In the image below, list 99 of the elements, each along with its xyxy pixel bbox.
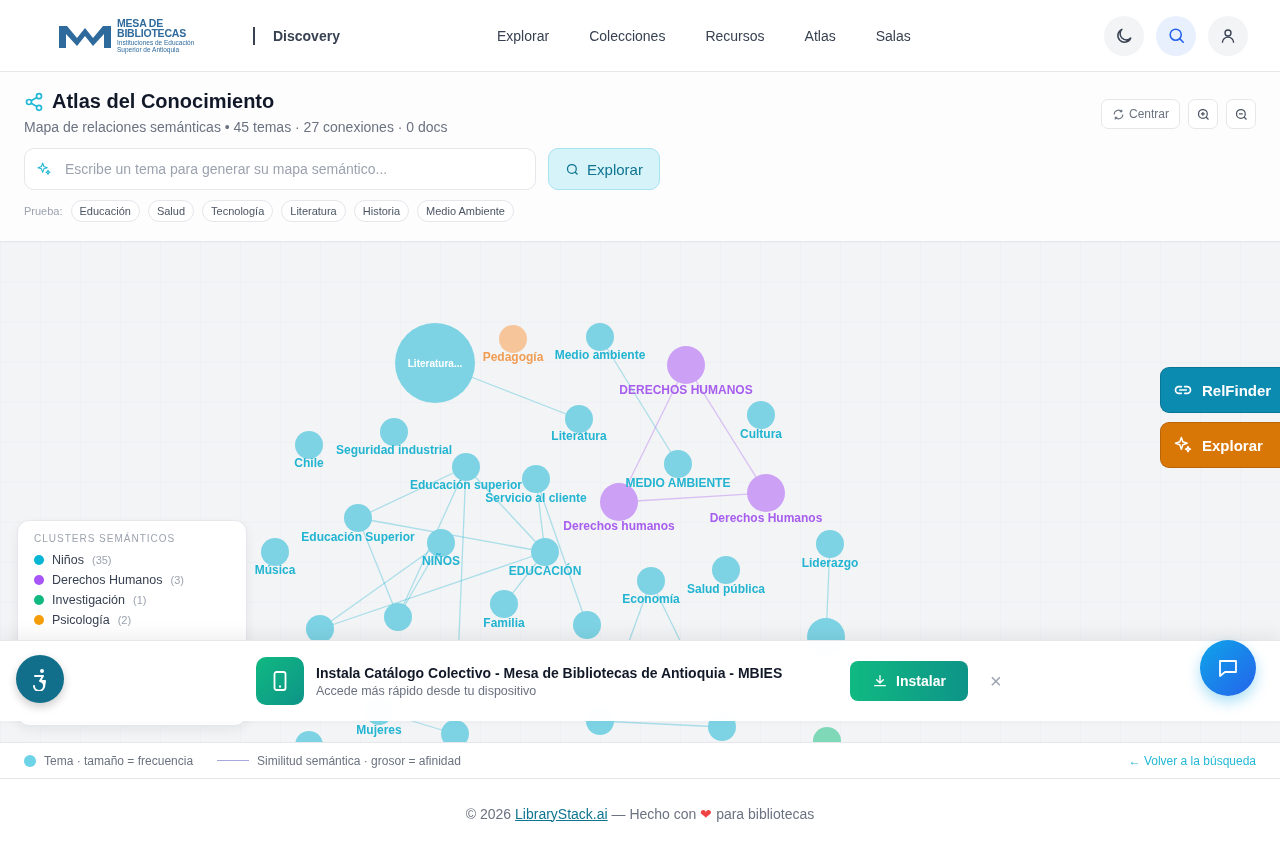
footer-link[interactable]: LibraryStack.ai [515,805,608,822]
node-label: Derechos humanos [563,519,675,533]
node-label: Derechos Humanos [709,511,823,525]
node-label: Pedagogía [482,350,544,364]
topic-node[interactable] [747,401,775,429]
nav-link[interactable]: Atlas [804,27,836,44]
cluster-count: (1) [132,594,147,606]
topic-node[interactable] [499,325,527,353]
search-icon [1166,26,1186,45]
topic-node[interactable] [747,474,785,512]
node-label: Servicio al cliente [485,491,587,505]
suggestion-chip[interactable]: Medio Ambiente [417,200,514,222]
logo-title: BIBLIOTECAS [117,28,187,39]
suggestion-chip[interactable]: Literatura [281,200,346,222]
node-label: Literatura... [407,358,463,369]
topic-node[interactable] [637,567,665,595]
topic-node[interactable] [380,418,408,446]
node-key-dot [24,754,36,767]
topic-node[interactable] [664,450,692,478]
center-button[interactable]: Centrar [1101,99,1180,129]
banner-subtitle: Accede más rápido desde tu dispositivo [316,683,538,698]
node-label: Chile [294,456,324,470]
topic-search-field[interactable]: Escribe un tema para generar su mapa semántico... [24,148,536,190]
node-label: Educación superior [410,478,522,492]
topic-node[interactable] [813,727,841,742]
page-title: Atlas del Conocimiento [52,90,275,113]
topic-node[interactable] [261,538,289,566]
node-label: Familia [483,616,525,630]
user-icon [1219,26,1237,45]
nav-link[interactable]: Recursos [705,27,765,44]
legend-title: CLUSTERS SEMÁNTICOS [34,533,177,544]
refresh-icon [1112,107,1125,121]
cluster-name: Investigación [52,593,125,607]
topic-node[interactable] [573,611,601,639]
dark-mode-button[interactable] [1104,15,1144,56]
topic-node[interactable] [306,615,334,643]
user-button[interactable] [1208,15,1248,56]
suggestion-chip[interactable]: Educación [70,200,140,222]
node-key-text: Tema · tamaño = frecuencia [44,753,194,768]
edge-key-line [217,760,250,761]
footer-text: © 2026 LibraryStack.ai — Hecho con ❤ para bibliotecas [465,805,815,822]
download-icon [872,673,889,689]
topic-node[interactable] [490,590,518,618]
node-label: Liderazgo [801,556,859,570]
topic-node[interactable] [712,556,740,584]
node-label: DERECHOS HUMANOS [619,383,753,397]
share-icon [24,91,44,112]
node-label: Economía [622,592,680,606]
node-label: Literatura [551,429,607,443]
suggestion-chip[interactable]: Historia [353,200,410,222]
cluster-name: Niños [52,553,84,567]
cluster-count: (3) [170,574,184,586]
node-label: Música [254,563,296,577]
node-label: Medio ambiente [554,348,646,362]
topic-node[interactable] [344,504,372,532]
topic-node[interactable] [295,431,323,459]
zoom-in-button[interactable] [1188,99,1218,129]
page-subtitle: Mapa de relaciones semánticas • 45 temas · 27 conexiones · 0 docs [24,119,448,135]
phone-icon [256,657,304,705]
logo-title: MESA DE [117,17,165,29]
zoom-out-icon [1233,106,1249,122]
node-label: Educación Superior [301,530,415,544]
topic-node[interactable] [384,603,412,631]
banner-title: Instala Catálogo Colectivo - Mesa de Bibliotecas de Antioquia - MBIES [316,664,784,681]
sparkle-icon [36,161,52,177]
cluster-count: (35) [91,554,112,566]
try-label: Prueba: [24,205,63,217]
topic-node[interactable] [395,323,475,403]
topic-node[interactable] [816,530,844,558]
topic-node[interactable] [565,405,593,433]
zoom-out-button[interactable] [1226,99,1256,129]
search-button[interactable] [1156,15,1196,56]
node-label: EDUCACIÓN [508,564,582,578]
suggestion-chip[interactable]: Salud [147,200,195,222]
cluster-name: Derechos Humanos [52,573,163,587]
relfinder-button[interactable]: RelFinder [1160,367,1280,413]
sparkle-icon [1173,435,1193,455]
product-name: Discovery [273,27,340,44]
topic-node[interactable] [586,323,614,351]
node-label: Cultura [740,427,782,441]
topic-node[interactable] [667,346,705,384]
topic-node[interactable] [441,720,469,742]
topic-node[interactable] [522,465,550,493]
zoom-in-icon [1195,106,1211,122]
cluster-count: (2) [117,614,132,626]
edge-key-text: Similitud semántica · grosor = afinidad [257,753,461,768]
nav-link[interactable]: Colecciones [589,27,666,44]
node-label: Seguridad industrial [336,443,452,457]
topic-node[interactable] [295,731,323,742]
node-label: NIÑOS [422,554,460,568]
node-label: Salud pública [687,582,765,596]
node-label: MEDIO AMBIENTE [625,476,731,490]
node-label: Mujeres [356,723,402,737]
nav-link[interactable]: Explorar [497,27,550,44]
topic-node[interactable] [452,453,480,481]
explore-button[interactable]: Explorar [548,148,660,190]
cluster-name: Psicología [52,613,110,627]
suggestion-chip[interactable]: Tecnología [202,200,274,222]
nav-link[interactable]: Salas [875,27,911,44]
